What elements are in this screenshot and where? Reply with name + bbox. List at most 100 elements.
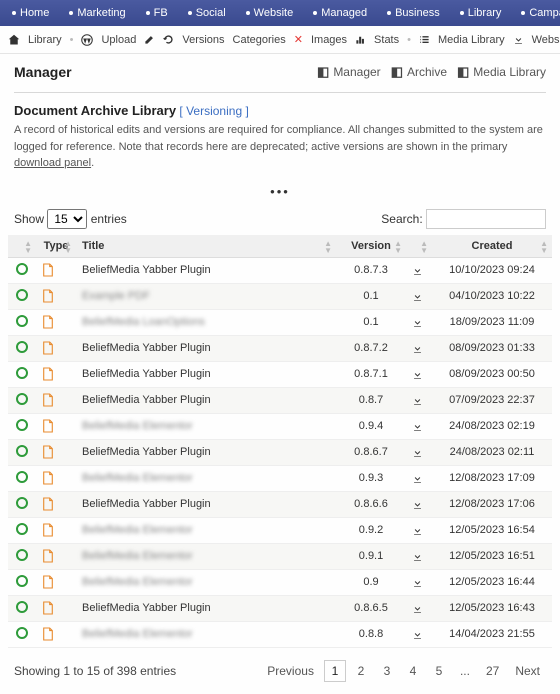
row-date: 12/05/2023 16:54 bbox=[432, 517, 552, 543]
download-button[interactable] bbox=[412, 317, 426, 328]
topnav-business[interactable]: Business bbox=[381, 7, 446, 19]
row-date: 18/09/2023 11:09 bbox=[432, 309, 552, 335]
col-version[interactable]: Version▲▼ bbox=[336, 235, 406, 258]
nav-images[interactable]: Images bbox=[311, 34, 347, 46]
nav-stats[interactable]: Stats bbox=[374, 34, 399, 46]
stats-icon[interactable] bbox=[355, 34, 366, 45]
row-version: 0.8.6.5 bbox=[336, 595, 406, 621]
pager-page-27[interactable]: 27 bbox=[480, 660, 505, 682]
topnav-marketing[interactable]: Marketing bbox=[63, 7, 131, 19]
row-date: 24/08/2023 02:11 bbox=[432, 439, 552, 465]
download-button[interactable] bbox=[412, 577, 426, 588]
expand-icon[interactable] bbox=[16, 575, 28, 587]
expand-icon[interactable] bbox=[16, 393, 28, 405]
expand-icon[interactable] bbox=[16, 315, 28, 327]
page-size-select[interactable]: 15 bbox=[47, 209, 87, 229]
expand-icon[interactable] bbox=[16, 367, 28, 379]
row-version: 0.9.4 bbox=[336, 413, 406, 439]
nav-home-icon[interactable] bbox=[8, 34, 20, 46]
pager-page-3[interactable]: 3 bbox=[376, 660, 398, 682]
col-created[interactable]: Created▲▼ bbox=[432, 235, 552, 258]
col-type[interactable]: Type▲▼ bbox=[36, 235, 76, 258]
show-label-post: entries bbox=[91, 212, 127, 226]
page-title: Manager bbox=[14, 64, 72, 80]
row-date: 12/05/2023 16:43 bbox=[432, 595, 552, 621]
edit-icon[interactable] bbox=[144, 34, 155, 45]
row-version: 0.1 bbox=[336, 309, 406, 335]
close-icon[interactable]: ✕ bbox=[294, 33, 303, 46]
info-panel: Document Archive Library [ Versioning ] … bbox=[14, 92, 546, 172]
expand-icon[interactable] bbox=[16, 523, 28, 535]
download-button[interactable] bbox=[412, 525, 426, 536]
file-icon bbox=[42, 341, 70, 355]
download-button[interactable] bbox=[412, 343, 426, 354]
row-version: 0.8.7 bbox=[336, 387, 406, 413]
expand-icon[interactable] bbox=[16, 289, 28, 301]
topnav-home[interactable]: Home bbox=[6, 7, 55, 19]
topnav-managed[interactable]: Managed bbox=[307, 7, 373, 19]
topnav-campaigns[interactable]: Campaigns bbox=[515, 7, 560, 19]
download-panel-link[interactable]: download panel bbox=[14, 157, 91, 169]
table-row: BeliefMedia Yabber Plugin0.8.6.724/08/20… bbox=[8, 439, 552, 465]
expand-icon[interactable] bbox=[16, 471, 28, 483]
download-button[interactable] bbox=[412, 603, 426, 614]
refresh-icon[interactable] bbox=[163, 34, 174, 45]
download-button[interactable] bbox=[412, 265, 426, 276]
download-button[interactable] bbox=[412, 291, 426, 302]
wordpress-icon[interactable] bbox=[81, 34, 93, 46]
row-version: 0.8.7.3 bbox=[336, 257, 406, 283]
topnav-library[interactable]: Library bbox=[454, 7, 508, 19]
breadcrumb-media[interactable]: ◧Media Library bbox=[457, 64, 546, 80]
col-toggle[interactable]: ▲▼ bbox=[8, 235, 36, 258]
expand-icon[interactable] bbox=[16, 497, 28, 509]
topnav-fb[interactable]: FB bbox=[140, 7, 174, 19]
table-row: BeliefMedia Elementor0.9.312/08/2023 17:… bbox=[8, 465, 552, 491]
col-download[interactable]: ▲▼ bbox=[406, 235, 432, 258]
download-button[interactable] bbox=[412, 447, 426, 458]
pager-page-1[interactable]: 1 bbox=[324, 660, 346, 682]
col-title[interactable]: Title▲▼ bbox=[76, 235, 336, 258]
expand-icon[interactable] bbox=[16, 263, 28, 275]
pager-prev[interactable]: Previous bbox=[261, 660, 320, 682]
nav-website[interactable]: Website bbox=[532, 34, 560, 46]
row-title: BeliefMedia Elementor bbox=[82, 420, 193, 432]
topnav-website[interactable]: Website bbox=[240, 7, 300, 19]
pager-page-2[interactable]: 2 bbox=[350, 660, 372, 682]
download-button[interactable] bbox=[412, 473, 426, 484]
pager-page-...[interactable]: ... bbox=[454, 660, 476, 682]
expand-icon[interactable] bbox=[16, 601, 28, 613]
expand-icon[interactable] bbox=[16, 445, 28, 457]
expand-icon[interactable] bbox=[16, 341, 28, 353]
row-title: Example PDF bbox=[82, 290, 150, 302]
nav-upload[interactable]: Upload bbox=[101, 34, 136, 46]
expand-icon[interactable] bbox=[16, 627, 28, 639]
list-icon[interactable] bbox=[419, 34, 430, 45]
nav-versions[interactable]: Versions bbox=[182, 34, 224, 46]
expand-icon[interactable] bbox=[16, 549, 28, 561]
pagination: Showing 1 to 15 of 398 entries Previous1… bbox=[0, 648, 560, 694]
panel-title: Document Archive Library bbox=[14, 103, 176, 118]
download-button[interactable] bbox=[412, 499, 426, 510]
download-icon[interactable] bbox=[513, 34, 524, 45]
more-dots[interactable]: ••• bbox=[0, 178, 560, 205]
download-button[interactable] bbox=[412, 395, 426, 406]
row-version: 0.8.6.7 bbox=[336, 439, 406, 465]
nav-media[interactable]: Media Library bbox=[438, 34, 505, 46]
search-input[interactable] bbox=[426, 209, 546, 229]
table-row: Example PDF0.104/10/2023 10:22 bbox=[8, 283, 552, 309]
pager-page-4[interactable]: 4 bbox=[402, 660, 424, 682]
download-button[interactable] bbox=[412, 421, 426, 432]
topnav-social[interactable]: Social bbox=[182, 7, 232, 19]
breadcrumb-archive[interactable]: ◧Archive bbox=[391, 64, 447, 80]
download-button[interactable] bbox=[412, 629, 426, 640]
breadcrumb-manager[interactable]: ◧Manager bbox=[317, 64, 381, 80]
nav-categories[interactable]: Categories bbox=[233, 34, 286, 46]
table-row: BeliefMedia Elementor0.8.814/04/2023 21:… bbox=[8, 621, 552, 647]
row-title: BeliefMedia Elementor bbox=[82, 472, 193, 484]
nav-library[interactable]: Library bbox=[28, 34, 62, 46]
expand-icon[interactable] bbox=[16, 419, 28, 431]
pager-page-5[interactable]: 5 bbox=[428, 660, 450, 682]
pager-next[interactable]: Next bbox=[509, 660, 546, 682]
download-button[interactable] bbox=[412, 551, 426, 562]
download-button[interactable] bbox=[412, 369, 426, 380]
